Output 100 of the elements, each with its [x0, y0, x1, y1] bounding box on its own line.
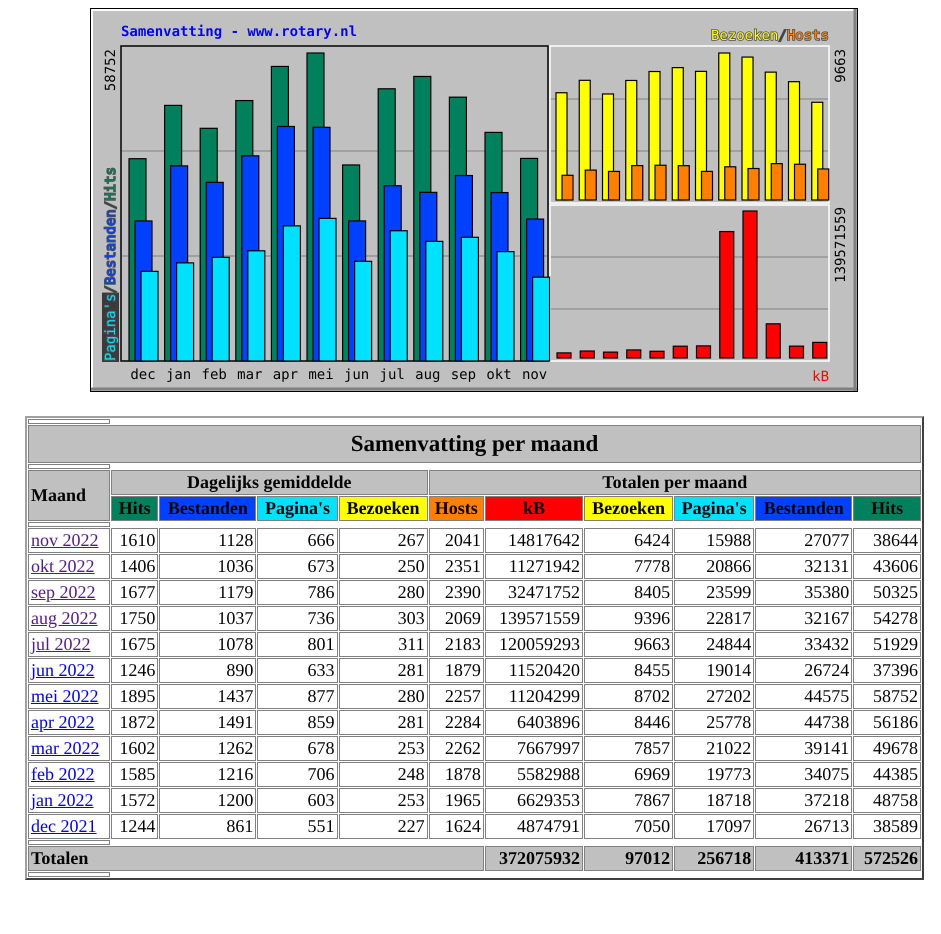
- table-cell: 1200: [159, 788, 256, 813]
- table-cell: 22817: [674, 606, 754, 631]
- column-header: Hits: [853, 496, 921, 521]
- table-cell: 44575: [755, 684, 852, 709]
- table-cell: 24844: [674, 632, 754, 657]
- table-cell: 19014: [674, 658, 754, 683]
- table-cell: 44385: [853, 762, 921, 787]
- column-header: Pagina's: [674, 496, 754, 521]
- column-header: Pagina's: [257, 496, 338, 521]
- table-cell: 1872: [111, 710, 158, 735]
- table-cell: 1572: [111, 788, 158, 813]
- table-cell: 801: [257, 632, 338, 657]
- kb-label: kB: [812, 369, 829, 385]
- month-label: mar: [237, 367, 262, 383]
- table-cell: 5582988: [484, 762, 584, 787]
- table-cell: 1878: [428, 762, 484, 787]
- table-cell: 6969: [584, 762, 674, 787]
- table-cell: 678: [257, 736, 338, 761]
- table-cell: 1262: [159, 736, 256, 761]
- axis-max-label: 58752: [103, 49, 119, 92]
- table-cell: 38644: [853, 528, 921, 553]
- table-cell: 120059293: [484, 632, 584, 657]
- month-label: jun: [344, 367, 370, 383]
- column-header: Hits: [111, 496, 158, 521]
- table-cell: 1602: [111, 736, 158, 761]
- table-cell: 1244: [111, 814, 158, 839]
- column-header: Bezoeken: [584, 496, 674, 521]
- table-cell: 303: [338, 606, 428, 631]
- table-cell: 27202: [674, 684, 754, 709]
- table-cell: 44738: [755, 710, 852, 735]
- table-cell: 17097: [674, 814, 754, 839]
- table-cell: 38589: [853, 814, 921, 839]
- table-cell: 35380: [755, 580, 852, 605]
- bar: [788, 346, 804, 359]
- month-label: sep: [450, 367, 476, 383]
- table-cell: 14817642: [484, 528, 584, 553]
- bar: [626, 349, 642, 359]
- table-cell: 2284: [428, 710, 484, 735]
- table-cell: 227: [338, 814, 428, 839]
- axis-max-label: 139571559: [833, 207, 849, 283]
- table-cell: 1895: [111, 684, 158, 709]
- table-cell: 6629353: [484, 788, 584, 813]
- table-cell: 2257: [428, 684, 484, 709]
- bar: [672, 346, 688, 359]
- column-header: Maand: [28, 470, 110, 521]
- month-label: dec: [130, 367, 156, 383]
- table-cell: 23599: [674, 580, 754, 605]
- bar: [766, 323, 781, 359]
- table-cell: 673: [257, 554, 338, 579]
- table-cell: 37396: [853, 658, 921, 683]
- table-cell: 11520420: [484, 658, 584, 683]
- table-cell: 1879: [428, 658, 484, 683]
- table-cell: 15988: [674, 528, 754, 553]
- month-label: aug: [415, 367, 440, 383]
- bar: [696, 345, 712, 359]
- table-cell: 37218: [755, 788, 852, 813]
- table-cell: 54278: [853, 606, 921, 631]
- table-cell: 1246: [111, 658, 158, 683]
- table-cell: 7778: [584, 554, 674, 579]
- column-header: Bestanden: [159, 496, 256, 521]
- table-cell: 7857: [584, 736, 674, 761]
- table-cell: 1179: [159, 580, 256, 605]
- table-cell: 2262: [428, 736, 484, 761]
- table-cell: 706: [257, 762, 338, 787]
- table-cell: 49678: [853, 736, 921, 761]
- table-cell: 26713: [755, 814, 852, 839]
- table-cell: 48758: [853, 788, 921, 813]
- table-cell: 1078: [159, 632, 256, 657]
- legend: Pagina's/Bestanden/Hits: [103, 167, 119, 361]
- bar: [649, 350, 665, 359]
- table-cell: 50325: [853, 580, 921, 605]
- table-cell: 1675: [111, 632, 158, 657]
- table-cell: 253: [338, 788, 428, 813]
- month-label: jul: [380, 367, 405, 383]
- table-cell: 97012: [584, 846, 674, 871]
- table-cell: 11204299: [484, 684, 584, 709]
- table-cell: 2069: [428, 606, 484, 631]
- table-cell: 26724: [755, 658, 852, 683]
- table-cell: 4874791: [484, 814, 584, 839]
- table-cell: 7667997: [484, 736, 584, 761]
- table-cell: 33432: [755, 632, 852, 657]
- table-cell: 20866: [674, 554, 754, 579]
- axis-max-label: 9663: [833, 49, 849, 83]
- table-cell: 32471752: [484, 580, 584, 605]
- table-cell: 1216: [159, 762, 256, 787]
- table-cell: 21022: [674, 736, 754, 761]
- table-cell: 8446: [584, 710, 674, 735]
- bar: [580, 350, 595, 359]
- table-cell: 250: [338, 554, 428, 579]
- table-cell: 8455: [584, 658, 674, 683]
- table-cell: 39141: [755, 736, 852, 761]
- month-label: apr: [272, 367, 298, 383]
- table-cell: 256718: [674, 846, 754, 871]
- table-cell: 281: [338, 658, 428, 683]
- table-cell: 1036: [159, 554, 256, 579]
- row-header: Totalen: [28, 846, 484, 871]
- column-header: Dagelijks gemiddelde: [111, 470, 428, 495]
- chart-title: Samenvatting - www.rotary.nl: [121, 24, 358, 40]
- table-cell: 19773: [674, 762, 754, 787]
- table-cell: 2041: [428, 528, 484, 553]
